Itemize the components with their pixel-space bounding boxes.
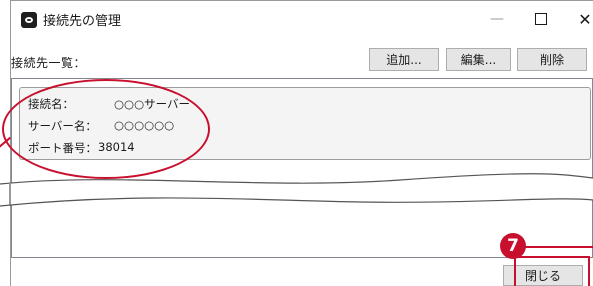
connection-list-label: 接続先一覧：	[11, 56, 87, 70]
screenshot-tear-divider	[0, 173, 593, 207]
window-close-button[interactable]: ✕	[567, 4, 593, 34]
minimize-button[interactable]: —	[479, 4, 515, 34]
title-bar: 接続先の管理 — ✕	[11, 1, 593, 37]
step-number-badge: 7	[500, 233, 526, 259]
app-icon	[21, 12, 37, 28]
window-title: 接続先の管理	[43, 14, 122, 29]
edit-button[interactable]: 編集...	[446, 48, 511, 71]
delete-button[interactable]: 削除	[517, 48, 587, 71]
maximize-icon	[535, 13, 547, 25]
minimize-icon: —	[490, 11, 504, 27]
close-icon: ✕	[578, 9, 592, 29]
close-button-highlight	[514, 256, 590, 286]
maximize-button[interactable]	[523, 4, 559, 34]
step-badge-line	[524, 246, 593, 248]
add-button[interactable]: 追加...	[369, 48, 439, 71]
